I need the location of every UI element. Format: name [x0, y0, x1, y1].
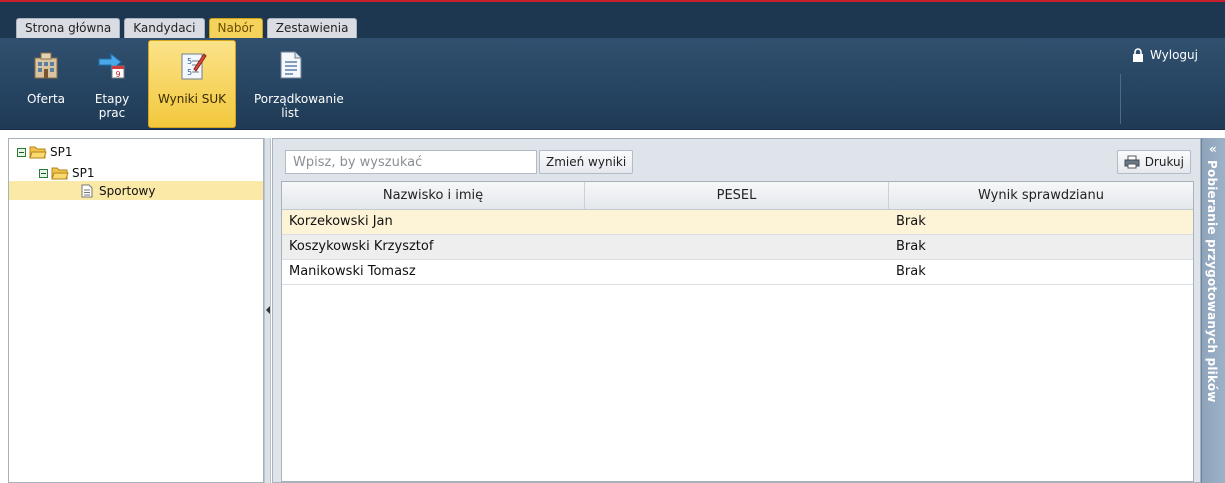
cell-name: Manikowski Tomasz — [289, 264, 416, 279]
collapse-left-icon[interactable] — [266, 306, 270, 314]
collapse-icon[interactable] — [17, 147, 26, 157]
tree-node-leaf[interactable]: Sportowy — [9, 181, 263, 200]
logout-label: Wyloguj — [1150, 48, 1198, 62]
expand-panel-icon[interactable]: « — [1209, 143, 1217, 155]
print-button[interactable]: Drukuj — [1116, 150, 1191, 174]
folder-open-icon — [29, 146, 47, 159]
cell-name: Koszykowski Krzysztof — [289, 239, 434, 254]
tree-node-leaf-label: Sportowy — [99, 183, 156, 198]
table-row[interactable]: Koszykowski Krzysztof Brak — [282, 235, 1193, 260]
tree-node-root-label: SP1 — [50, 145, 73, 159]
svg-text:9: 9 — [115, 70, 120, 79]
tab-zestawienia[interactable]: Zestawienia — [266, 18, 358, 38]
column-header-name[interactable]: Nazwisko i imię — [282, 182, 585, 209]
wyniki-suk-label: Wyniki SUK — [157, 92, 227, 106]
results-checklist-icon: 5 5 — [181, 53, 207, 80]
results-panel: Zmień wyniki Drukuj Nazwisko i imię PESE… — [272, 138, 1201, 483]
svg-text:5: 5 — [187, 68, 192, 77]
downloads-side-panel[interactable]: « Pobieranie przygotowanych plików — [1201, 138, 1225, 483]
main-tabs: Strona główna Kandydaci Nabór Zestawieni… — [16, 18, 358, 38]
downloads-panel-label: Pobieranie przygotowanych plików — [1205, 160, 1219, 403]
search-input[interactable] — [285, 150, 537, 174]
tab-nabor[interactable]: Nabór — [208, 18, 263, 38]
ribbon-separator — [1120, 74, 1121, 124]
wyniki-suk-button[interactable]: 5 5 Wyniki SUK — [148, 40, 236, 128]
top-menu-bar: Strona główna Kandydaci Nabór Zestawieni… — [0, 0, 1225, 38]
oferta-label: Oferta — [26, 92, 66, 106]
porzadkowanie-list-button[interactable]: Porządkowanie list — [248, 40, 344, 128]
lock-icon — [1133, 48, 1143, 62]
folder-open-icon — [51, 167, 69, 180]
tree-node-child-label: SP1 — [72, 166, 95, 180]
cell-result: Brak — [896, 214, 926, 229]
results-table: Nazwisko i imię PESEL Wynik sprawdzianu … — [281, 181, 1194, 482]
tree-node-root[interactable]: SP1 — [17, 143, 73, 161]
collapse-icon[interactable] — [39, 168, 48, 178]
printer-icon — [1124, 155, 1140, 169]
table-row[interactable]: Korzekowski Jan Brak — [282, 210, 1193, 235]
cell-result: Brak — [896, 264, 926, 279]
calendar-arrow-icon: 9 — [98, 52, 125, 79]
tree-node-child[interactable]: SP1 — [39, 164, 95, 182]
document-icon — [81, 184, 93, 197]
table-header: Nazwisko i imię PESEL Wynik sprawdzianu — [282, 182, 1193, 210]
table-row[interactable]: Manikowski Tomasz Brak — [282, 260, 1193, 285]
building-icon — [34, 52, 58, 79]
print-label: Drukuj — [1144, 155, 1184, 169]
svg-text:5: 5 — [187, 57, 192, 66]
tree-panel: SP1 SP1 Sportowy — [8, 138, 264, 483]
cell-result: Brak — [896, 239, 926, 254]
cell-name: Korzekowski Jan — [289, 214, 393, 229]
etapy-prac-button[interactable]: 9 Etapy prac — [82, 40, 142, 128]
tab-strona-glowna[interactable]: Strona główna — [16, 18, 121, 38]
tab-kandydaci[interactable]: Kandydaci — [124, 18, 205, 38]
cell-pesel — [585, 210, 889, 234]
column-header-pesel[interactable]: PESEL — [585, 182, 889, 209]
oferta-button[interactable]: Oferta — [14, 40, 78, 128]
grid-toolbar: Zmień wyniki Drukuj — [273, 139, 1200, 181]
document-list-icon — [280, 51, 302, 79]
panel-splitter[interactable] — [264, 138, 271, 483]
cell-pesel — [585, 260, 889, 284]
column-header-result[interactable]: Wynik sprawdzianu — [889, 182, 1193, 209]
ribbon-toolbar: Oferta 9 Etapy prac 5 5 Wyniki SUK Porzą… — [0, 38, 1225, 130]
porzadkowanie-list-label: Porządkowanie list — [254, 92, 344, 120]
logout-button[interactable]: Wyloguj — [1132, 44, 1198, 66]
etapy-prac-label: Etapy prac — [94, 92, 130, 120]
cell-pesel — [585, 235, 889, 259]
change-results-button[interactable]: Zmień wyniki — [539, 150, 634, 174]
